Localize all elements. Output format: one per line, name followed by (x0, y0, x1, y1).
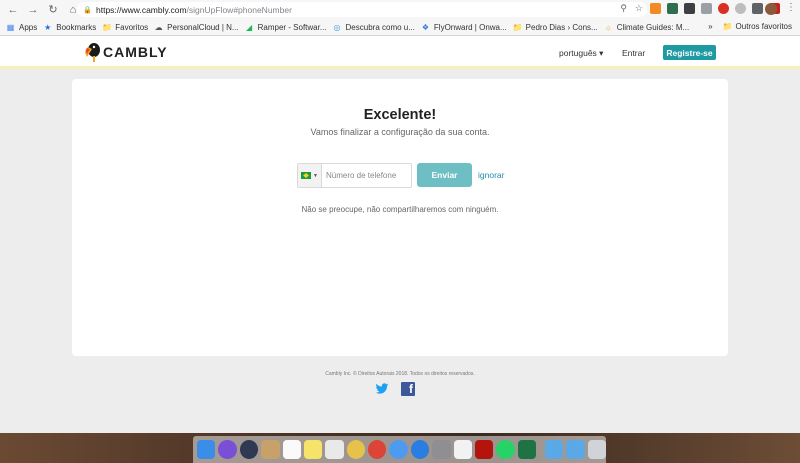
phone-field: ▼ (297, 163, 412, 188)
language-selector[interactable]: português ▾ (559, 48, 603, 59)
ramper-icon: ◢ (246, 22, 253, 32)
copyright-text: Cambly Inc. © Direitos Autorais 2018. To… (325, 371, 475, 377)
whatsapp-icon[interactable] (496, 440, 515, 459)
extension-icon[interactable] (735, 3, 746, 14)
excel-icon[interactable] (517, 440, 536, 459)
textedit-icon[interactable] (453, 440, 472, 459)
signup-button[interactable]: Registre-se (663, 45, 716, 60)
extension-icon[interactable] (684, 3, 695, 14)
brazil-flag-icon (301, 172, 312, 179)
applications-folder-icon[interactable] (566, 440, 585, 459)
twitter-icon[interactable] (375, 382, 389, 396)
browser-menu-icon[interactable]: ⋮ (786, 2, 796, 13)
stickies-icon[interactable] (303, 440, 323, 459)
system-preferences-icon[interactable] (432, 440, 451, 459)
address-bar[interactable]: 🔒 https://www.cambly.com/signUpFlow#phon… (77, 2, 647, 17)
bookmark-pedro-dias[interactable]: 📁 Pedro Dias › Cons... (513, 23, 598, 32)
forward-icon[interactable]: → (26, 3, 40, 17)
flyonward-icon: ❖ (421, 22, 429, 32)
back-icon[interactable]: ← (6, 3, 20, 17)
bookmark-descubra[interactable]: ◎ Descubra como u... (333, 23, 415, 32)
facebook-icon[interactable]: f (401, 382, 415, 396)
extension-icon[interactable] (701, 3, 712, 14)
app-store-icon[interactable] (410, 440, 430, 459)
phone-setup-card: Excelente! Vamos finalizar a configuraçã… (72, 79, 728, 356)
key-icon[interactable]: ⚲ (620, 3, 627, 14)
url-path: /signUpFlow#phoneNumber (186, 4, 292, 15)
skip-link[interactable]: ignorar (478, 170, 504, 180)
profile-avatar[interactable] (765, 3, 777, 15)
bookmark-personalcloud[interactable]: ☁ PersonalCloud | N... (154, 22, 239, 32)
cloud-icon: ☁ (154, 22, 163, 32)
apps-grid-icon: ▦ (6, 22, 15, 32)
preview-icon[interactable] (325, 440, 344, 459)
siri-icon[interactable] (218, 440, 237, 459)
extension-icon[interactable] (650, 3, 661, 14)
extension-icon[interactable] (718, 3, 729, 14)
page-subtitle: Vamos finalizar a configuração da sua co… (310, 127, 490, 137)
photos-icon[interactable] (346, 440, 365, 459)
logo-text: CAMBLY (103, 44, 168, 60)
chevron-down-icon: ▼ (313, 172, 318, 179)
browser-toolbar: ← → ↻ ⌂ 🔒 https://www.cambly.com/signUpF… (0, 0, 800, 19)
privacy-note: Não se preocupe, não compartilharemos co… (301, 205, 499, 214)
other-bookmarks-button[interactable]: Outros favoritos (736, 22, 792, 31)
launchpad-icon[interactable] (239, 440, 259, 459)
globe-icon: ◎ (333, 22, 341, 32)
climate-icon: ☼ (604, 22, 612, 32)
calendar-icon[interactable] (282, 440, 301, 459)
bookmark-bookmarks[interactable]: ★ Bookmarks (43, 23, 96, 32)
trash-icon[interactable] (587, 440, 607, 459)
acrobat-icon[interactable] (474, 440, 494, 459)
bookmark-ramper[interactable]: ◢ Ramper - Softwar... (245, 23, 327, 32)
macos-dock (193, 436, 607, 463)
send-button[interactable]: Enviar (417, 163, 472, 187)
bookmark-flyonward[interactable]: ❖ FlyOnward | Onwa... (421, 23, 507, 32)
site-header: CAMBLY português ▾ Entrar Registre-se (0, 36, 800, 69)
extension-icon[interactable] (667, 3, 678, 14)
bookmark-favoritos[interactable]: 📁 Favoritos (102, 23, 148, 32)
downloads-folder-icon[interactable] (545, 440, 564, 459)
finder-icon[interactable] (197, 440, 216, 459)
folder-icon: 📁 (102, 22, 113, 32)
bookmark-apps[interactable]: ▦ Apps (6, 22, 38, 32)
cambly-logo[interactable]: CAMBLY (85, 41, 168, 63)
folder-icon: 📁 (512, 22, 523, 32)
chrome-icon[interactable] (368, 440, 387, 459)
lock-icon: 🔒 (83, 6, 92, 14)
extension-icon[interactable] (752, 3, 763, 14)
phone-number-input[interactable] (326, 171, 411, 180)
url-host: https://www.cambly.com (96, 4, 187, 15)
country-selector[interactable]: ▼ (298, 164, 322, 187)
safari-icon[interactable] (389, 440, 408, 459)
page-title: Excelente! (363, 107, 437, 123)
bookmarks-bar: ▦ Apps ★ Bookmarks 📁 Favoritos ☁ Persona… (0, 19, 800, 36)
more-bookmarks-button[interactable]: » (708, 22, 712, 31)
reload-icon[interactable]: ↻ (46, 3, 60, 17)
login-link[interactable]: Entrar (622, 48, 645, 58)
bookmark-star-icon[interactable]: ☆ (635, 3, 643, 14)
notes-icon[interactable] (261, 440, 280, 459)
toucan-logo-icon (85, 43, 100, 62)
bookmark-climate-guides[interactable]: ☼ Climate Guides: M... (604, 22, 690, 32)
social-links: f (375, 382, 415, 396)
folder-icon: 📁 (722, 22, 733, 31)
star-icon: ★ (44, 22, 52, 32)
